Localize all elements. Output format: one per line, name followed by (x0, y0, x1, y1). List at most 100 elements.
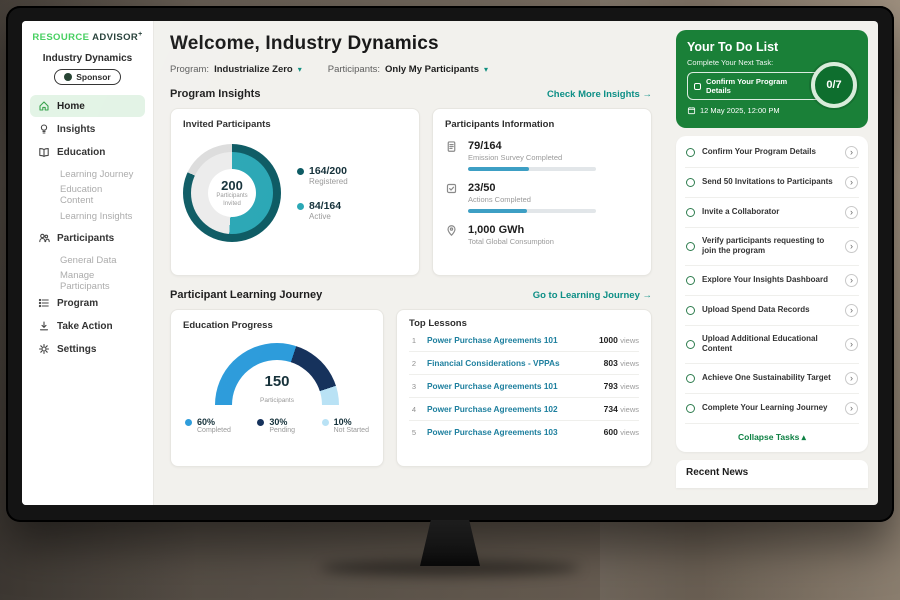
program-value: Industrialize Zero (214, 64, 293, 75)
sidebar-item-settings[interactable]: Settings (30, 338, 145, 360)
sidebar-item-program[interactable]: Program (30, 292, 145, 314)
top-lessons-card: Top Lessons 1 Power Purchase Agreements … (396, 309, 652, 467)
task-row[interactable]: Upload Spend Data Records › (685, 296, 859, 326)
stand-shadow (320, 560, 580, 576)
sidebar-item-general-data[interactable]: General Data (30, 250, 145, 270)
gauge-legend: 60% Completed 30% Pending 10% Not Starte… (183, 417, 371, 434)
sidebar-item-learning-insights[interactable]: Learning Insights (30, 206, 145, 226)
task-row[interactable]: Complete Your Learning Journey › (685, 394, 859, 424)
not-started-dot (322, 419, 329, 426)
sponsor-label: Sponsor (76, 72, 110, 82)
lesson-link[interactable]: Power Purchase Agreements 102 (427, 404, 596, 414)
task-row[interactable]: Verify participants requesting to join t… (685, 228, 859, 266)
task-checkbox[interactable] (686, 148, 695, 157)
participants-select[interactable]: Participants: Only My Participants ▾ (328, 64, 488, 75)
participants-value: Only My Participants (385, 64, 479, 75)
active-dot (297, 203, 304, 210)
task-checkbox[interactable] (686, 374, 695, 383)
lesson-views: 793 views (604, 381, 639, 391)
task-checkbox[interactable] (686, 242, 695, 251)
org-name: Industry Dynamics (30, 53, 145, 64)
lesson-link[interactable]: Power Purchase Agreements 103 (427, 427, 596, 437)
learning-journey-header: Participant Learning Journey Go to Learn… (170, 289, 652, 301)
survey-progress-bar (468, 167, 596, 171)
task-open-icon[interactable]: › (845, 304, 858, 317)
task-checkbox[interactable] (686, 178, 695, 187)
program-select[interactable]: Program: Industrialize Zero ▾ (170, 64, 302, 75)
task-row[interactable]: Confirm Your Program Details › (685, 138, 859, 168)
task-open-icon[interactable]: › (845, 146, 858, 159)
actions-completed-row: 23/50 Actions Completed (445, 182, 639, 213)
todo-progress-count: 0/7 (826, 79, 841, 91)
task-open-icon[interactable]: › (845, 176, 858, 189)
lesson-row[interactable]: 1 Power Purchase Agreements 101 1000 vie… (409, 329, 639, 352)
metric-label: Emission Survey Completed (468, 153, 596, 162)
task-row[interactable]: Achieve One Sustainability Target › (685, 364, 859, 394)
task-checkbox[interactable] (686, 276, 695, 285)
scene: RESOURCE ADVISOR+ Industry Dynamics Spon… (0, 0, 900, 600)
sidebar-item-label: Insights (57, 124, 95, 135)
task-checkbox[interactable] (686, 340, 695, 349)
lesson-link[interactable]: Financial Considerations - VPPAs (427, 358, 596, 368)
sidebar-item-education-content[interactable]: Education Content (30, 185, 145, 205)
gauge-center-label: Participants (260, 397, 294, 404)
sidebar-item-insights[interactable]: Insights (30, 118, 145, 140)
sidebar-item-manage-participants[interactable]: Manage Participants (30, 271, 145, 291)
download-icon (37, 320, 50, 333)
task-open-icon[interactable]: › (845, 338, 858, 351)
lesson-rank: 4 (409, 405, 419, 414)
sponsor-badge: Sponsor (54, 69, 120, 85)
insights-cards-row: Invited Participants 200 Participants In… (170, 108, 652, 276)
lesson-views: 1000 views (599, 335, 639, 345)
lesson-row[interactable]: 2 Financial Considerations - VPPAs 803 v… (409, 352, 639, 375)
task-row[interactable]: Upload Additional Educational Content › (685, 326, 859, 364)
education-gauge-chart: 150 Participants (215, 343, 339, 407)
recent-news-title: Recent News (686, 467, 748, 478)
participants-information-card: Participants Information 79/164 Emission… (432, 108, 652, 276)
sidebar-item-home[interactable]: Home (30, 95, 145, 117)
sidebar-item-education[interactable]: Education (30, 141, 145, 163)
metric-value: 1,000 GWh (468, 224, 554, 236)
gauge-center-value: 150 (215, 374, 339, 389)
invited-participants-card: Invited Participants 200 Participants In… (170, 108, 420, 276)
actions-icon (445, 182, 459, 196)
todo-column: Your To Do List Complete Your Next Task:… (666, 21, 878, 505)
check-more-insights-link[interactable]: Check More Insights → (547, 89, 652, 100)
lesson-link[interactable]: Power Purchase Agreements 101 (427, 335, 591, 345)
sidebar-item-take-action[interactable]: Take Action (30, 315, 145, 337)
task-checkbox[interactable] (686, 306, 695, 315)
sidebar-item-label: Take Action (57, 321, 113, 332)
lesson-views: 734 views (604, 404, 639, 414)
lesson-views: 600 views (604, 427, 639, 437)
collapse-tasks-link[interactable]: Collapse Tasks ▴ (685, 424, 859, 450)
book-icon (37, 146, 50, 159)
checkbox-icon[interactable] (694, 83, 701, 90)
sidebar-item-label: Education Content (60, 184, 138, 206)
task-row[interactable]: Invite a Collaborator › (685, 198, 859, 228)
lesson-row[interactable]: 4 Power Purchase Agreements 102 734 view… (409, 398, 639, 421)
lesson-row[interactable]: 3 Power Purchase Agreements 101 793 view… (409, 375, 639, 398)
next-task-pill[interactable]: Confirm Your Program Details (687, 72, 821, 100)
task-row[interactable]: Send 50 Invitations to Participants › (685, 168, 859, 198)
card-title: Invited Participants (183, 119, 407, 130)
task-checkbox[interactable] (686, 208, 695, 217)
go-to-learning-journey-link[interactable]: Go to Learning Journey → (533, 290, 652, 301)
task-checkbox[interactable] (686, 404, 695, 413)
page-title: Welcome, Industry Dynamics (170, 33, 652, 55)
task-open-icon[interactable]: › (845, 274, 858, 287)
bulb-icon (37, 123, 50, 136)
task-open-icon[interactable]: › (845, 240, 858, 253)
metric-value: 23/50 (468, 182, 596, 194)
location-icon (445, 224, 459, 238)
task-open-icon[interactable]: › (845, 206, 858, 219)
sponsor-icon (64, 73, 72, 81)
program-label: Program: (170, 64, 209, 75)
task-open-icon[interactable]: › (845, 372, 858, 385)
task-open-icon[interactable]: › (845, 402, 858, 415)
sidebar-item-learning-journey[interactable]: Learning Journey (30, 164, 145, 184)
lesson-row[interactable]: 5 Power Purchase Agreements 103 600 view… (409, 421, 639, 443)
task-row[interactable]: Explore Your Insights Dashboard › (685, 266, 859, 296)
lesson-link[interactable]: Power Purchase Agreements 101 (427, 381, 596, 391)
sidebar-item-label: Settings (57, 344, 96, 355)
sidebar-item-participants[interactable]: Participants (30, 227, 145, 249)
